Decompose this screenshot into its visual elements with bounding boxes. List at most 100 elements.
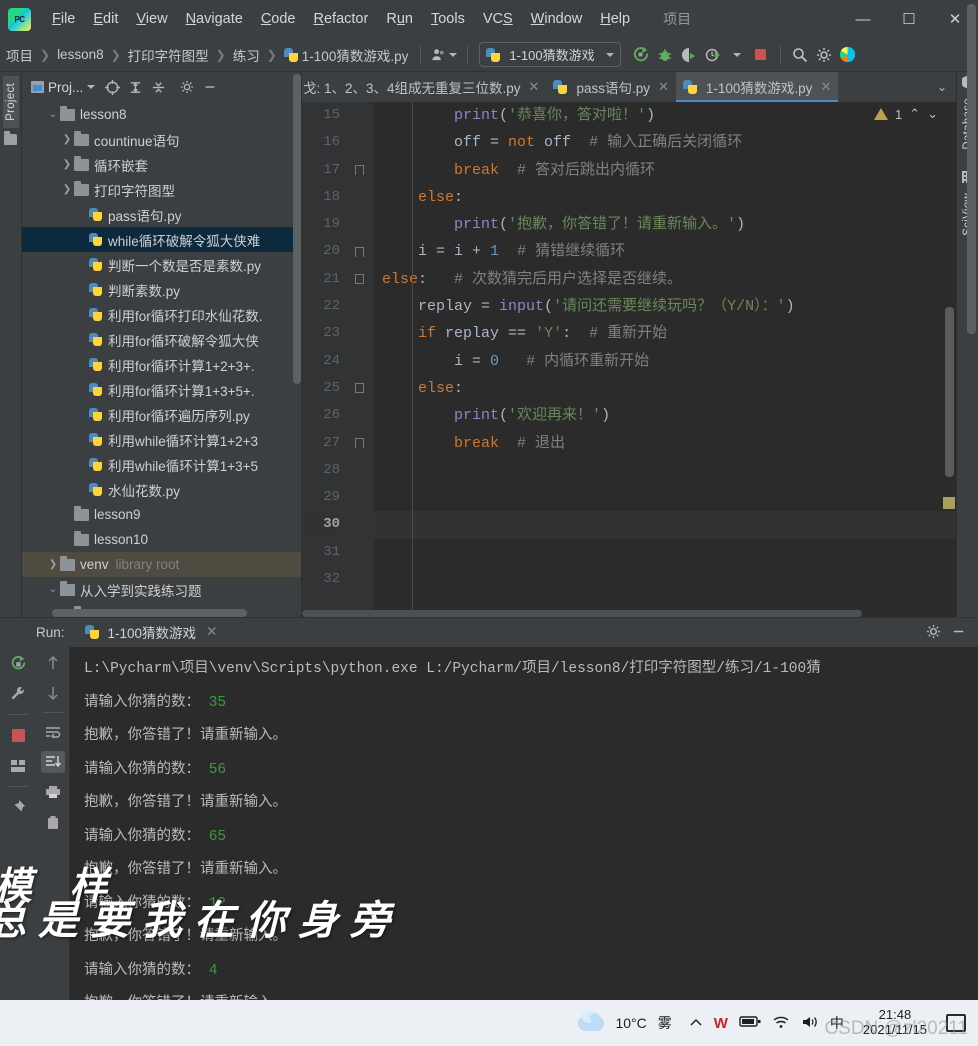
close-icon[interactable]: ✕ bbox=[820, 79, 831, 95]
project-tree-hscrollbar[interactable] bbox=[52, 609, 247, 617]
tree-item[interactable]: 利用for循环打印水仙花数. bbox=[22, 302, 301, 327]
breadcrumb-item-1[interactable]: lesson8 bbox=[55, 47, 106, 62]
menu-navigate[interactable]: Navigate bbox=[177, 7, 252, 31]
chevron-right-icon[interactable]: ❯ bbox=[60, 159, 74, 170]
menu-refactor[interactable]: Refactor bbox=[305, 7, 378, 31]
tree-item[interactable]: ⌄ lesson8 bbox=[22, 102, 301, 127]
chevron-right-icon[interactable]: ❯ bbox=[46, 559, 60, 570]
run-button[interactable] bbox=[629, 43, 653, 67]
code-folding-gutter[interactable]: ⌐ ⌐ ⊟ ⊟ ⌐ bbox=[348, 102, 374, 617]
chevron-down-icon[interactable]: ⌄ bbox=[46, 109, 60, 120]
tool-window-project[interactable]: Project bbox=[2, 76, 19, 128]
menu-file[interactable]: File bbox=[43, 7, 84, 31]
chevron-up-icon[interactable] bbox=[689, 1015, 703, 1031]
code-editor[interactable]: 15 16 17 18 19 20 21 22 23 24 25 26 27 28 29 30 31 32 ⌐ ⌐ ⊟… bbox=[302, 102, 956, 617]
tree-item[interactable]: lesson9 bbox=[22, 502, 301, 527]
soft-wrap-icon[interactable] bbox=[41, 721, 65, 743]
profile-dropdown-caret[interactable] bbox=[725, 43, 749, 67]
battery-icon[interactable] bbox=[739, 1015, 761, 1031]
gear-icon[interactable] bbox=[177, 77, 197, 97]
tree-item[interactable]: ⌄ 从入学到实践练习题 bbox=[22, 577, 301, 602]
close-icon[interactable]: ✕ bbox=[529, 79, 540, 95]
tree-item[interactable]: 利用for循环遍历序列.py bbox=[22, 402, 301, 427]
menu-window[interactable]: Window bbox=[522, 7, 592, 31]
coverage-button[interactable] bbox=[677, 43, 701, 67]
layout-icon[interactable] bbox=[6, 755, 30, 777]
menu-edit[interactable]: Edit bbox=[84, 7, 127, 31]
wps-icon[interactable]: W bbox=[714, 1015, 728, 1032]
collapse-all-icon[interactable] bbox=[125, 77, 145, 97]
minimize-button[interactable]: — bbox=[840, 0, 886, 38]
fold-collapse-icon[interactable]: ⊟ bbox=[355, 383, 364, 393]
fold-collapse-icon[interactable]: ⊟ bbox=[355, 273, 364, 284]
run-session-tab[interactable]: 1-100猜数游戏 ✕ bbox=[78, 618, 224, 649]
help-sphere-icon[interactable] bbox=[836, 43, 860, 67]
tree-item[interactable]: ❯ countinue语句 bbox=[22, 127, 301, 152]
maximize-button[interactable]: ☐ bbox=[886, 0, 932, 38]
tree-item[interactable]: ❯ 打印字符图型 bbox=[22, 177, 301, 202]
profile-button[interactable] bbox=[701, 43, 725, 67]
trash-icon[interactable] bbox=[41, 811, 65, 833]
tree-item[interactable]: 水仙花数.py bbox=[22, 477, 301, 502]
run-configuration-selector[interactable]: 1-100猜数游戏 bbox=[479, 42, 621, 67]
editor-tab-0[interactable]: 戈: 1、2、3、4组成无重复三位数.py ✕ bbox=[296, 72, 546, 102]
menu-run[interactable]: Run bbox=[377, 7, 422, 31]
project-tree-vscrollbar[interactable] bbox=[293, 74, 301, 384]
pin-icon[interactable] bbox=[6, 796, 30, 818]
breadcrumb-item-4[interactable]: 1-100猜数游戏.py bbox=[282, 45, 411, 65]
tree-item[interactable]: pass语句.py bbox=[22, 202, 301, 227]
rerun-icon[interactable] bbox=[6, 652, 30, 674]
target-icon[interactable] bbox=[102, 77, 122, 97]
editor-tab-2[interactable]: 1-100猜数游戏.py ✕ bbox=[675, 72, 839, 102]
tree-item[interactable]: 利用for循环计算1+2+3+. bbox=[22, 352, 301, 377]
tree-item[interactable]: lesson10 bbox=[22, 527, 301, 552]
chevron-down-icon[interactable]: ⌄ bbox=[46, 584, 60, 595]
tree-item[interactable]: ❯ 循环嵌套 bbox=[22, 152, 301, 177]
settings-gear-icon[interactable] bbox=[812, 43, 836, 67]
wifi-icon[interactable] bbox=[772, 1015, 790, 1032]
weather-temperature[interactable]: 10°C bbox=[615, 1015, 646, 1031]
minimize-icon[interactable] bbox=[200, 77, 220, 97]
close-icon[interactable]: ✕ bbox=[206, 624, 217, 640]
breadcrumb-item-2[interactable]: 打印字符图型 bbox=[126, 45, 211, 65]
minimize-icon[interactable] bbox=[951, 624, 966, 642]
editor-vscrollbar[interactable] bbox=[945, 307, 954, 477]
console-output[interactable]: L:\Pycharm\项目\venv\Scripts\python.exe L:… bbox=[70, 647, 978, 1014]
search-icon[interactable] bbox=[788, 43, 812, 67]
debug-button[interactable] bbox=[653, 43, 677, 67]
volume-icon[interactable] bbox=[801, 1015, 819, 1032]
avatar-icon[interactable] bbox=[428, 43, 460, 67]
down-arrow-icon[interactable] bbox=[41, 682, 65, 704]
editor-tab-1[interactable]: pass语句.py ✕ bbox=[546, 72, 675, 102]
prev-problem-icon[interactable]: ⌃ bbox=[909, 106, 920, 122]
close-icon[interactable]: ✕ bbox=[658, 79, 669, 95]
more-tabs-icon[interactable]: ⌄ bbox=[928, 72, 956, 102]
tree-item[interactable]: 利用while循环计算1+3+5 bbox=[22, 452, 301, 477]
expand-icon[interactable] bbox=[148, 77, 168, 97]
inspection-widget[interactable]: 1 ⌃ ⌄ bbox=[873, 106, 938, 122]
tree-item[interactable]: 判断素数.py bbox=[22, 277, 301, 302]
console-vscrollbar[interactable] bbox=[967, 4, 976, 334]
menu-code[interactable]: Code bbox=[252, 7, 305, 31]
tree-item[interactable]: ❯ venv library root bbox=[22, 552, 301, 577]
next-problem-icon[interactable]: ⌄ bbox=[927, 106, 938, 122]
scroll-to-end-icon[interactable] bbox=[40, 751, 65, 773]
fold-end-icon[interactable]: ⌐ bbox=[355, 246, 364, 257]
menu-view[interactable]: View bbox=[127, 7, 176, 31]
tree-item[interactable]: 利用for循环破解令狐大侠 bbox=[22, 327, 301, 352]
tree-item[interactable]: 利用for循环计算1+3+5+. bbox=[22, 377, 301, 402]
menu-tools[interactable]: Tools bbox=[422, 7, 474, 31]
stop-button[interactable] bbox=[749, 43, 773, 67]
gear-icon[interactable] bbox=[926, 624, 941, 642]
up-arrow-icon[interactable] bbox=[41, 652, 65, 674]
chevron-right-icon[interactable]: ❯ bbox=[60, 134, 74, 145]
tree-item[interactable]: 利用while循环计算1+2+3 bbox=[22, 427, 301, 452]
project-tree[interactable]: ⌄ lesson8 ❯ countinue语句 ❯ 循环嵌套 ❯ 打印字符图型 pass语句.p… bbox=[22, 102, 301, 617]
fold-end-icon[interactable]: ⌐ bbox=[355, 164, 364, 175]
project-panel-title[interactable]: Proj... bbox=[27, 78, 99, 97]
tree-item[interactable]: while循环破解令狐大侠难 bbox=[22, 227, 301, 252]
chevron-right-icon[interactable]: ❯ bbox=[60, 184, 74, 195]
menu-help[interactable]: Help bbox=[591, 7, 639, 31]
weather-description[interactable]: 雾 bbox=[658, 1013, 672, 1033]
wrench-icon[interactable] bbox=[6, 683, 30, 705]
